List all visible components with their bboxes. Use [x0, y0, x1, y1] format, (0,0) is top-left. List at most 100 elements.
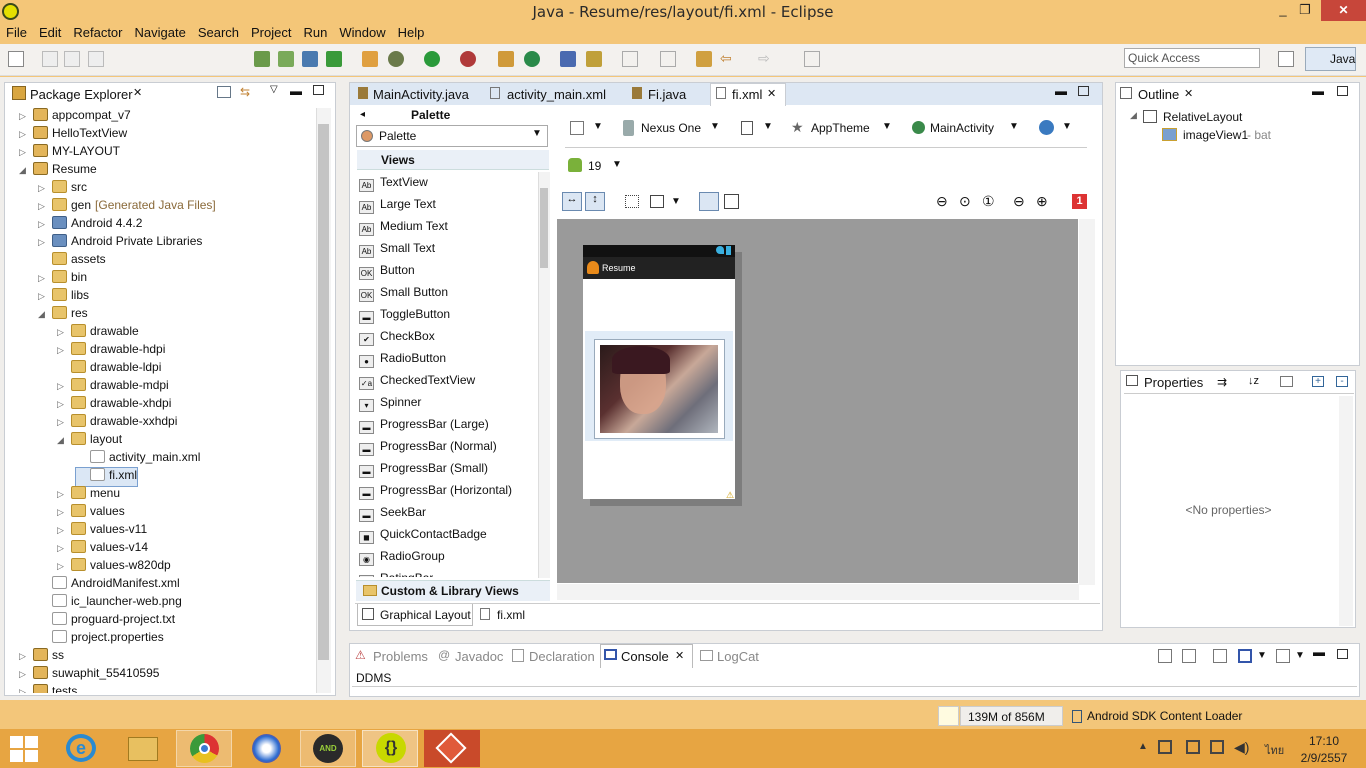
palette-item[interactable]: ▬ ProgressBar (Small): [359, 461, 488, 481]
palette-item[interactable]: ✔ CheckBox: [359, 329, 435, 349]
toggle-fill-height-button[interactable]: ↕: [585, 192, 605, 211]
new-java-package-icon[interactable]: [498, 51, 514, 67]
tab-javadoc[interactable]: Javadoc: [455, 649, 503, 664]
tree-item[interactable]: AndroidManifest.xml: [38, 576, 180, 594]
palette-item[interactable]: Ab Large Text: [359, 197, 436, 217]
tree-item[interactable]: proguard-project.txt: [38, 612, 175, 630]
expand-arrow-icon[interactable]: ▷: [57, 525, 71, 536]
clear-console-icon[interactable]: [1158, 649, 1172, 663]
expand-arrow-icon[interactable]: ▷: [38, 201, 52, 212]
tab-activity-main-xml[interactable]: activity_main.xml: [507, 87, 606, 102]
expand-arrow-icon[interactable]: ▷: [57, 417, 71, 428]
layout-actions-icon[interactable]: [650, 195, 664, 208]
menu-navigate[interactable]: Navigate: [129, 23, 192, 42]
menu-project[interactable]: Project: [245, 23, 297, 42]
new-java-class-icon[interactable]: [524, 51, 540, 67]
expand-arrow-icon[interactable]: ◢: [1130, 110, 1137, 121]
outline-child[interactable]: imageView1: [1183, 128, 1248, 142]
expand-arrow-icon[interactable]: ▷: [38, 291, 52, 302]
save-icon[interactable]: [42, 51, 58, 67]
expand-arrow-icon[interactable]: ▷: [19, 687, 33, 693]
properties-scrollbar[interactable]: [1339, 396, 1353, 626]
outline-root[interactable]: RelativeLayout: [1163, 110, 1242, 124]
expand-arrow-icon[interactable]: ▷: [57, 381, 71, 392]
palette-item[interactable]: ▬ SeekBar: [359, 505, 426, 525]
open-type-icon[interactable]: [560, 51, 576, 67]
tree-item[interactable]: ▷ gen [Generated Java Files]: [38, 198, 216, 216]
palette-item[interactable]: ▬ ProgressBar (Normal): [359, 439, 497, 459]
volume-icon[interactable]: ◀): [1234, 739, 1249, 756]
view-menu-icon[interactable]: ▽: [270, 84, 278, 95]
show-categories-icon[interactable]: ⇉: [1217, 375, 1227, 389]
minimize-button[interactable]: _: [1272, 0, 1294, 21]
minimize-view-icon[interactable]: ▬: [1312, 84, 1324, 98]
tree-item[interactable]: ▷ tests: [19, 684, 77, 693]
menu-file[interactable]: File: [0, 23, 33, 42]
menu-search[interactable]: Search: [192, 23, 245, 42]
tree-scroll-thumb[interactable]: [318, 124, 329, 660]
maximize-view-icon[interactable]: [1337, 86, 1348, 96]
tree-item[interactable]: drawable-ldpi: [57, 360, 161, 378]
pin-console-icon[interactable]: [1213, 649, 1227, 663]
last-edit-location-icon[interactable]: [696, 51, 712, 67]
tree-item[interactable]: fi.xml: [75, 467, 138, 487]
chevron-down-icon[interactable]: ▼: [1257, 650, 1267, 661]
tab-fi-xml[interactable]: fi.xml: [732, 87, 762, 102]
run-icon[interactable]: [424, 51, 440, 67]
outline-tab[interactable]: Outline: [1138, 87, 1179, 102]
start-button[interactable]: [10, 736, 38, 762]
android-studio-icon[interactable]: AND: [313, 734, 343, 763]
tree-item[interactable]: ◢ Resume: [19, 162, 97, 180]
chevron-down-icon[interactable]: ▼: [763, 121, 773, 132]
expand-arrow-icon[interactable]: ◢: [57, 435, 71, 446]
locale-icon[interactable]: [1039, 120, 1054, 135]
tree-item[interactable]: ▷ ss: [19, 648, 64, 666]
tree-item[interactable]: ▷ drawable-xhdpi: [57, 396, 171, 414]
close-tab-icon[interactable]: ✕: [767, 87, 776, 100]
close-tab-icon[interactable]: ✕: [675, 649, 684, 662]
tab-logcat[interactable]: LogCat: [717, 649, 759, 664]
palette-item[interactable]: Ab TextView: [359, 175, 428, 195]
android-sdk-manager-icon[interactable]: [254, 51, 270, 67]
scroll-lock-icon[interactable]: [1182, 649, 1196, 663]
palette-item[interactable]: OK Button: [359, 263, 415, 283]
chevron-down-icon[interactable]: ▼: [882, 121, 892, 132]
chevron-down-icon[interactable]: ▼: [710, 121, 720, 132]
tree-item[interactable]: ▷ src: [38, 180, 87, 198]
palette-scroll-thumb[interactable]: [540, 188, 548, 268]
tree-item[interactable]: ▷ Android Private Libraries: [38, 234, 202, 252]
quick-access-input[interactable]: Quick Access: [1124, 48, 1260, 68]
expand-arrow-icon[interactable]: ◢: [38, 309, 52, 320]
advanced-properties-icon[interactable]: [1280, 376, 1293, 387]
tree-item[interactable]: ▷ bin: [38, 270, 87, 288]
print-icon[interactable]: [88, 51, 104, 67]
tree-item[interactable]: ▷ values: [57, 504, 125, 522]
tree-item[interactable]: ◢ layout: [57, 432, 122, 450]
expand-arrow-icon[interactable]: ▷: [38, 237, 52, 248]
new-android-project-icon[interactable]: [362, 51, 378, 67]
collapse-all-icon[interactable]: -: [1336, 376, 1348, 387]
tree-item[interactable]: ▷ MY-LAYOUT: [19, 144, 120, 162]
tree-item[interactable]: ◢ res: [38, 306, 88, 324]
maximize-view-icon[interactable]: [313, 85, 324, 95]
tab-graphical-layout[interactable]: Graphical Layout: [380, 608, 471, 622]
minimize-editor-icon[interactable]: ▬: [1055, 84, 1067, 98]
new-icon[interactable]: [8, 51, 24, 67]
lint-icon[interactable]: [302, 51, 318, 67]
collapse-all-icon[interactable]: [217, 86, 231, 98]
menu-help[interactable]: Help: [392, 23, 431, 42]
tab-fi-xml-source[interactable]: fi.xml: [497, 608, 525, 622]
close-view-icon[interactable]: ✕: [1184, 87, 1193, 100]
palette-item[interactable]: ▬ ToggleButton: [359, 307, 450, 327]
tree-item[interactable]: ▷ drawable-xxhdpi: [57, 414, 177, 432]
display-console-icon[interactable]: [1238, 649, 1252, 663]
back-icon[interactable]: ⇦: [720, 51, 736, 67]
clipping-icon[interactable]: [724, 194, 739, 209]
palette-item[interactable]: ▬ ProgressBar (Large): [359, 417, 489, 437]
expand-arrow-icon[interactable]: ▷: [19, 147, 33, 158]
trash-icon[interactable]: [1072, 710, 1082, 723]
tree-item[interactable]: ▷ values-w820dp: [57, 558, 171, 576]
java-perspective-button[interactable]: Java: [1305, 47, 1356, 71]
pin-editor-icon[interactable]: [804, 51, 820, 67]
palette-item[interactable]: ✓a CheckedTextView: [359, 373, 475, 393]
